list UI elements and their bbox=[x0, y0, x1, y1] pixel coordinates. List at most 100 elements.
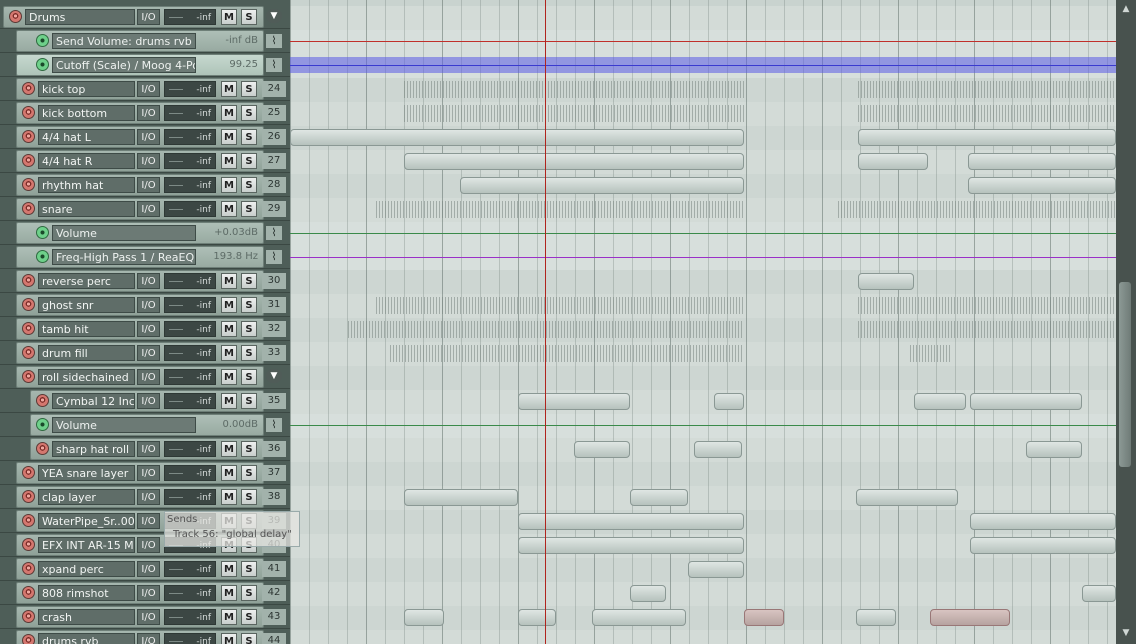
track-header[interactable]: crash I/O -inf M S 43 bbox=[0, 606, 290, 629]
midi-hits[interactable] bbox=[390, 345, 744, 362]
track-header[interactable]: 4/4 hat R I/O -inf M S 27 bbox=[0, 150, 290, 173]
media-item[interactable] bbox=[1082, 585, 1116, 602]
media-item[interactable] bbox=[404, 153, 744, 170]
envelope-bypass-icon[interactable] bbox=[36, 34, 49, 47]
envelope-line[interactable] bbox=[290, 257, 1116, 258]
record-arm-icon[interactable] bbox=[22, 130, 35, 143]
media-item[interactable] bbox=[858, 129, 1116, 146]
io-button[interactable]: I/O bbox=[137, 81, 160, 97]
io-button[interactable]: I/O bbox=[137, 585, 160, 601]
envelope-bypass-icon[interactable] bbox=[36, 250, 49, 263]
mute-button[interactable]: M bbox=[221, 105, 237, 121]
track-header[interactable]: drums rvb I/O -inf M S 44 bbox=[0, 630, 290, 644]
volume-fader[interactable]: -inf bbox=[164, 9, 216, 25]
mute-button[interactable]: M bbox=[221, 273, 237, 289]
mute-button[interactable]: M bbox=[221, 441, 237, 457]
volume-fader[interactable]: -inf bbox=[164, 585, 216, 601]
mute-button[interactable]: M bbox=[221, 369, 237, 385]
volume-fader[interactable]: -inf bbox=[164, 489, 216, 505]
record-arm-icon[interactable] bbox=[22, 82, 35, 95]
track-name[interactable]: 808 rimshot bbox=[38, 585, 135, 601]
mute-button[interactable]: M bbox=[221, 465, 237, 481]
volume-fader[interactable]: -inf bbox=[164, 81, 216, 97]
record-arm-icon[interactable] bbox=[9, 10, 22, 23]
media-item[interactable] bbox=[968, 153, 1116, 170]
track-header[interactable]: YEA snare layer I/O -inf M S 37 bbox=[0, 462, 290, 485]
volume-fader[interactable]: -inf bbox=[164, 321, 216, 337]
media-item[interactable] bbox=[858, 153, 928, 170]
solo-button[interactable]: S bbox=[241, 105, 257, 121]
media-item[interactable] bbox=[518, 609, 556, 626]
volume-fader[interactable]: -inf bbox=[164, 345, 216, 361]
media-item[interactable] bbox=[930, 609, 1010, 626]
mute-button[interactable]: M bbox=[221, 177, 237, 193]
midi-hits[interactable] bbox=[910, 345, 950, 362]
folder-collapse-icon[interactable]: ▼ bbox=[266, 9, 282, 23]
record-arm-icon[interactable] bbox=[22, 634, 35, 644]
volume-fader[interactable]: -inf bbox=[164, 177, 216, 193]
track-name[interactable]: YEA snare layer bbox=[38, 465, 135, 481]
solo-button[interactable]: S bbox=[241, 129, 257, 145]
solo-button[interactable]: S bbox=[241, 609, 257, 625]
media-item[interactable] bbox=[914, 393, 966, 410]
envelope-arm-icon[interactable]: ⌇ bbox=[266, 58, 282, 72]
track-name[interactable]: drum fill bbox=[38, 345, 135, 361]
midi-hits[interactable] bbox=[838, 201, 1116, 218]
track-header[interactable]: ghost snr I/O -inf M S 31 bbox=[0, 294, 290, 317]
io-button[interactable]: I/O bbox=[137, 489, 160, 505]
envelope-lane-header[interactable]: Volume 0.00dB ⌇ bbox=[0, 414, 290, 437]
envelope-line[interactable] bbox=[290, 65, 1116, 66]
scrollbar-thumb[interactable] bbox=[1119, 282, 1131, 467]
track-name[interactable]: snare bbox=[38, 201, 135, 217]
track-name[interactable]: reverse perc bbox=[38, 273, 135, 289]
midi-hits[interactable] bbox=[858, 297, 1116, 314]
media-item[interactable] bbox=[574, 441, 630, 458]
track-header[interactable]: 4/4 hat L I/O -inf M S 26 bbox=[0, 126, 290, 149]
solo-button[interactable]: S bbox=[241, 465, 257, 481]
media-item[interactable] bbox=[858, 273, 914, 290]
record-arm-icon[interactable] bbox=[22, 106, 35, 119]
record-arm-icon[interactable] bbox=[22, 322, 35, 335]
record-arm-icon[interactable] bbox=[22, 586, 35, 599]
mute-button[interactable]: M bbox=[221, 393, 237, 409]
solo-button[interactable]: S bbox=[241, 297, 257, 313]
media-item[interactable] bbox=[630, 585, 666, 602]
envelope-bypass-icon[interactable] bbox=[36, 226, 49, 239]
io-button[interactable]: I/O bbox=[137, 9, 160, 25]
volume-fader[interactable]: -inf bbox=[164, 201, 216, 217]
envelope-line[interactable] bbox=[290, 233, 1116, 234]
media-item[interactable] bbox=[518, 513, 744, 530]
record-arm-icon[interactable] bbox=[22, 178, 35, 191]
midi-hits[interactable] bbox=[404, 105, 744, 122]
scroll-up-icon[interactable]: ▲ bbox=[1119, 2, 1133, 16]
midi-hits[interactable] bbox=[348, 321, 744, 338]
solo-button[interactable]: S bbox=[241, 273, 257, 289]
track-name[interactable]: WaterPipe_Sr..003 bbox=[38, 513, 135, 529]
track-name[interactable]: kick bottom bbox=[38, 105, 135, 121]
track-header[interactable]: rhythm hat I/O -inf M S 28 bbox=[0, 174, 290, 197]
mute-button[interactable]: M bbox=[221, 9, 237, 25]
track-name[interactable]: tamb hit bbox=[38, 321, 135, 337]
track-header[interactable]: clap layer I/O -inf M S 38 bbox=[0, 486, 290, 509]
solo-button[interactable]: S bbox=[241, 345, 257, 361]
media-item[interactable] bbox=[518, 393, 630, 410]
mute-button[interactable]: M bbox=[221, 321, 237, 337]
io-button[interactable]: I/O bbox=[137, 537, 160, 553]
record-arm-icon[interactable] bbox=[22, 490, 35, 503]
media-item[interactable] bbox=[968, 177, 1116, 194]
track-name[interactable]: xpand perc bbox=[38, 561, 135, 577]
media-item[interactable] bbox=[404, 609, 444, 626]
record-arm-icon[interactable] bbox=[22, 610, 35, 623]
solo-button[interactable]: S bbox=[241, 177, 257, 193]
mute-button[interactable]: M bbox=[221, 81, 237, 97]
track-name[interactable]: kick top bbox=[38, 81, 135, 97]
solo-button[interactable]: S bbox=[241, 441, 257, 457]
io-button[interactable]: I/O bbox=[137, 105, 160, 121]
envelope-lane-header[interactable]: Volume +0.03dB ⌇ bbox=[0, 222, 290, 245]
envelope-line[interactable] bbox=[290, 425, 1116, 426]
midi-hits[interactable] bbox=[858, 321, 1116, 338]
track-name[interactable]: clap layer bbox=[38, 489, 135, 505]
scroll-down-icon[interactable]: ▼ bbox=[1119, 626, 1133, 640]
mute-button[interactable]: M bbox=[221, 561, 237, 577]
midi-hits[interactable] bbox=[376, 297, 744, 314]
